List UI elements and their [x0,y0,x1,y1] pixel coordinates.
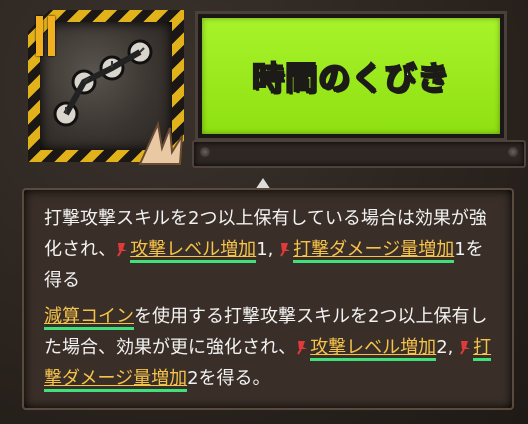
pin-icon [280,243,291,257]
skill-title: 時間のくびき [251,58,450,98]
pin-icon [117,243,128,257]
description-text: 1, [256,239,280,260]
keyword-link[interactable]: 減算コイン [44,306,134,330]
skill-title-button[interactable]: 時間のくびき [198,14,504,138]
skill-bar-slot [192,140,526,168]
claw-icon [138,120,183,165]
rank-badge [36,16,66,60]
description-text: 2, [436,337,460,358]
keyword-link[interactable]: 攻撃レベル増加 [310,337,437,361]
keyword-link[interactable]: 打撃ダメージ量増加 [293,239,455,263]
description-paragraph-2: 減算コインを使用する打撃攻撃スキルを2つ以上保有した場合、効果が更に強化され、攻… [44,301,494,394]
keyword-link[interactable]: 攻撃レベル増加 [130,239,257,263]
pin-icon [460,341,471,355]
description-text: 2を得る。 [187,368,271,389]
description-paragraph-1: 打撃攻撃スキルを2つ以上保有している場合は効果が強化され、 攻撃レベル増加1, 打… [44,203,494,296]
pin-icon [297,341,308,355]
